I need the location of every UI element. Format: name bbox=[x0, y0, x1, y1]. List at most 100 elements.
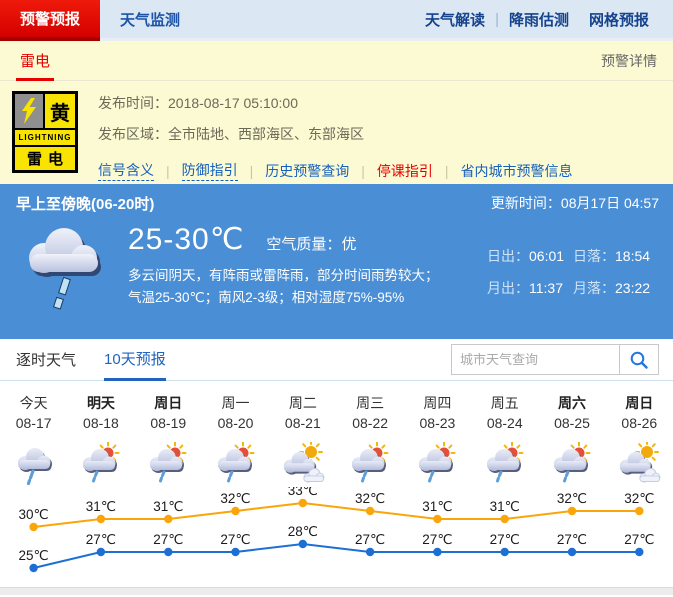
link-history-warning-query[interactable]: 历史预警查询 bbox=[265, 161, 349, 181]
lightning-bolt-icon bbox=[15, 94, 43, 128]
forecast-tabs-row: 逐时天气 10天预报 bbox=[0, 339, 673, 381]
day-date: 08-22 bbox=[336, 415, 403, 441]
day-date: 08-26 bbox=[606, 415, 673, 441]
weather-sun-rain-icon bbox=[67, 441, 134, 487]
svg-text:28℃: 28℃ bbox=[288, 524, 318, 539]
forecast-day-column[interactable]: 明天08-18 bbox=[67, 393, 134, 487]
svg-text:31℃: 31℃ bbox=[490, 499, 520, 514]
publish-time: 发布时间：2018-08-17 05:10:00 bbox=[98, 93, 573, 113]
link-province-city-warnings[interactable]: 省内城市预警信息 bbox=[461, 161, 573, 181]
forecast-day-column[interactable]: 周五08-24 bbox=[471, 393, 538, 487]
svg-text:27℃: 27℃ bbox=[490, 532, 520, 547]
day-date: 08-20 bbox=[202, 415, 269, 441]
svg-text:27℃: 27℃ bbox=[557, 532, 587, 547]
warning-body: 黄 LIGHTNING 雷电 发布时间：2018-08-17 05:10:00 … bbox=[0, 81, 673, 181]
warning-type-lightning[interactable]: 雷电 bbox=[16, 41, 54, 81]
svg-text:32℃: 32℃ bbox=[624, 491, 654, 506]
update-time: 更新时间：08月17日 04:57 bbox=[491, 193, 659, 214]
weather-sun-rain-icon bbox=[471, 441, 538, 487]
forecast-day-column[interactable]: 周二08-21 bbox=[269, 393, 336, 487]
ten-day-forecast-grid: 今天08-17明天08-18周日08-19周一08-20周二08-21周三08-… bbox=[0, 381, 673, 487]
warning-section: 雷电 预警详情 黄 LIGHTNING 雷电 发布时间：2018-08-17 0… bbox=[0, 41, 673, 184]
svg-text:31℃: 31℃ bbox=[422, 499, 452, 514]
weather-sun-rain-icon bbox=[336, 441, 403, 487]
badge-label-en: LIGHTNING bbox=[15, 130, 75, 145]
svg-text:31℃: 31℃ bbox=[153, 499, 183, 514]
day-name: 明天 bbox=[67, 393, 134, 415]
rain-cloud-icon bbox=[18, 220, 114, 319]
link-rain-estimation[interactable]: 降雨估测 bbox=[499, 9, 579, 30]
svg-text:33℃: 33℃ bbox=[288, 487, 318, 498]
search-icon bbox=[629, 350, 649, 370]
day-date: 08-24 bbox=[471, 415, 538, 441]
link-defense-guide[interactable]: 防御指引 bbox=[182, 160, 238, 181]
day-date: 08-17 bbox=[0, 415, 67, 441]
link-class-suspension-guide[interactable]: 停课指引 bbox=[377, 161, 433, 181]
weather-sun-rain-icon bbox=[202, 441, 269, 487]
forecast-day-column[interactable]: 周一08-20 bbox=[202, 393, 269, 487]
day-date: 08-19 bbox=[135, 415, 202, 441]
badge-label-cn: 雷电 bbox=[15, 147, 75, 170]
search-input[interactable] bbox=[451, 344, 619, 375]
tab-hourly-weather[interactable]: 逐时天气 bbox=[16, 339, 76, 381]
forecast-day-column[interactable]: 周四08-23 bbox=[404, 393, 471, 487]
air-quality: 空气质量：优 bbox=[266, 233, 356, 254]
day-name: 周六 bbox=[538, 393, 605, 415]
link-grid-forecast[interactable]: 网格预报 bbox=[579, 9, 659, 30]
forecast-day-column[interactable]: 今天08-17 bbox=[0, 393, 67, 487]
svg-text:30℃: 30℃ bbox=[19, 507, 49, 522]
svg-text:32℃: 32℃ bbox=[557, 491, 587, 506]
temperature-range: 25-30℃ bbox=[128, 222, 244, 257]
day-name: 周三 bbox=[336, 393, 403, 415]
day-date: 08-21 bbox=[269, 415, 336, 441]
day-name: 周日 bbox=[135, 393, 202, 415]
svg-text:27℃: 27℃ bbox=[624, 532, 654, 547]
current-conditions-panel: 早上至傍晚(06-20时) 更新时间：08月17日 04:57 bbox=[0, 184, 673, 339]
sun-moon-item: 月落：23:22 bbox=[573, 278, 659, 298]
link-weather-interpretation[interactable]: 天气解读 bbox=[415, 9, 495, 30]
lightning-warning-badge-icon: 黄 LIGHTNING 雷电 bbox=[12, 91, 78, 173]
day-name: 周五 bbox=[471, 393, 538, 415]
svg-text:27℃: 27℃ bbox=[422, 532, 452, 547]
day-name: 今天 bbox=[0, 393, 67, 415]
forecast-period-title: 早上至傍晚(06-20时) bbox=[16, 193, 154, 214]
badge-level-char: 黄 bbox=[45, 94, 75, 128]
svg-text:27℃: 27℃ bbox=[355, 532, 385, 547]
tab-ten-day-forecast[interactable]: 10天预报 bbox=[104, 339, 166, 381]
tab-warning-forecast[interactable]: 预警预报 bbox=[0, 0, 100, 41]
day-name: 周二 bbox=[269, 393, 336, 415]
svg-text:32℃: 32℃ bbox=[220, 491, 250, 506]
forecast-day-column[interactable]: 周日08-26 bbox=[606, 393, 673, 487]
tab-weather-monitoring[interactable]: 天气监测 bbox=[100, 0, 200, 38]
topbar-links: 天气解读 | 降雨估测 网格预报 bbox=[415, 0, 673, 38]
city-weather-search bbox=[451, 344, 659, 375]
day-name: 周一 bbox=[202, 393, 269, 415]
svg-text:27℃: 27℃ bbox=[220, 532, 250, 547]
weather-description: 多云间阴天，有阵雨或雷阵雨，部分时间雨势较大； 气温25-30℃；南风2-3级；… bbox=[128, 265, 487, 309]
temperature-chart: 30℃31℃31℃32℃33℃32℃31℃31℃32℃32℃25℃27℃27℃2… bbox=[0, 487, 673, 583]
day-date: 08-25 bbox=[538, 415, 605, 441]
forecast-day-column[interactable]: 周六08-25 bbox=[538, 393, 605, 487]
day-date: 08-23 bbox=[404, 415, 471, 441]
forecast-day-column[interactable]: 周日08-19 bbox=[135, 393, 202, 487]
top-navigation-bar: 预警预报 天气监测 天气解读 | 降雨估测 网格预报 bbox=[0, 0, 673, 41]
search-button[interactable] bbox=[619, 344, 659, 375]
weather-sun-rain-icon bbox=[135, 441, 202, 487]
forecast-day-column[interactable]: 周三08-22 bbox=[336, 393, 403, 487]
publish-area: 发布区域：全市陆地、西部海区、东部海区 bbox=[98, 124, 573, 144]
warning-detail-link[interactable]: 预警详情 bbox=[601, 51, 657, 71]
sun-moon-item: 日落：18:54 bbox=[573, 246, 659, 266]
link-signal-meaning[interactable]: 信号含义 bbox=[98, 160, 154, 181]
weather-sun-rain-icon bbox=[404, 441, 471, 487]
day-name: 周日 bbox=[606, 393, 673, 415]
sun-moon-times: 日出：06:01日落：18:54月出：11:37月落：23:22 bbox=[487, 220, 659, 319]
warning-type-row: 雷电 预警详情 bbox=[0, 41, 673, 81]
sun-moon-item: 日出：06:01 bbox=[487, 246, 573, 266]
svg-text:32℃: 32℃ bbox=[355, 491, 385, 506]
svg-text:31℃: 31℃ bbox=[86, 499, 116, 514]
svg-text:27℃: 27℃ bbox=[153, 532, 183, 547]
weather-partly-cloudy-icon bbox=[606, 441, 673, 487]
weather-sun-rain-icon bbox=[538, 441, 605, 487]
sun-moon-item: 月出：11:37 bbox=[487, 278, 573, 298]
day-name: 周四 bbox=[404, 393, 471, 415]
